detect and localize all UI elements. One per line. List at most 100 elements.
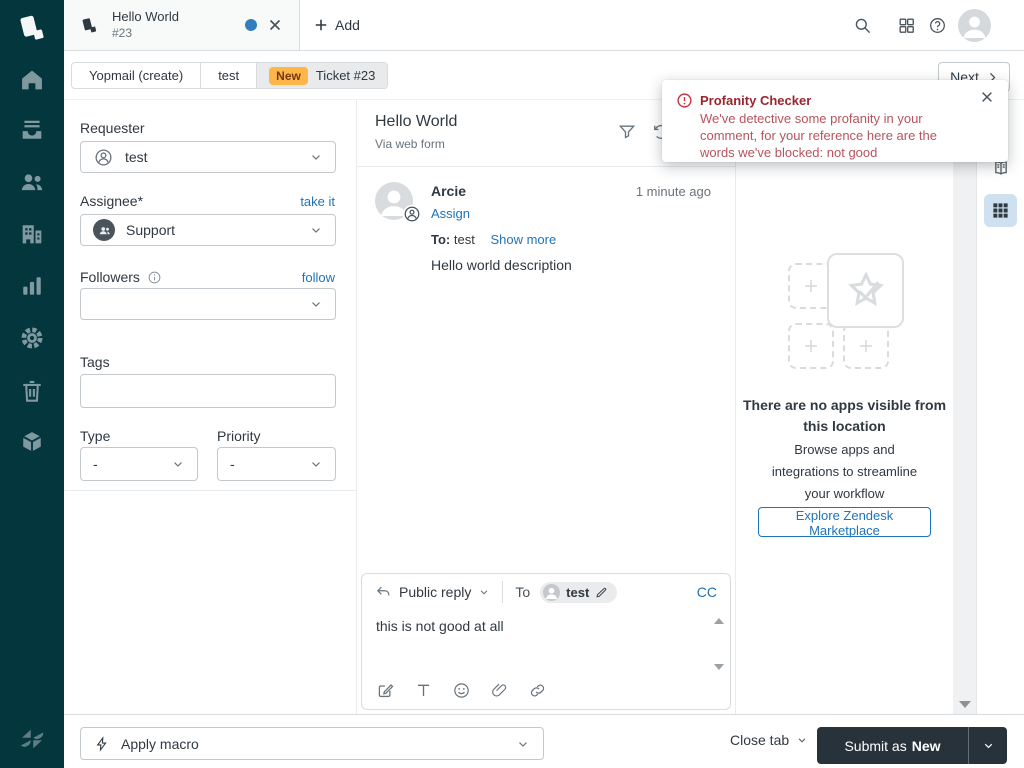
user-avatar[interactable] (958, 9, 991, 42)
add-tab-button[interactable]: Add (314, 13, 360, 37)
requester-value: test (125, 149, 148, 165)
followers-select[interactable] (80, 288, 336, 320)
right-icon-rail (978, 100, 1024, 714)
take-it-link[interactable]: take it (300, 194, 335, 209)
attachment-paperclip-icon[interactable] (490, 681, 509, 700)
message-timestamp: 1 minute ago (635, 184, 711, 199)
reply-textarea[interactable]: this is not good at all (376, 618, 701, 670)
scroll-up-arrow-icon[interactable] (714, 618, 724, 624)
close-tab-label: Close tab (730, 732, 790, 748)
ticket-channel: Via web form (375, 137, 445, 151)
zendesk-agent-workspace: Hello World #23 Add Yopmail (create) tes… (0, 0, 1024, 768)
search-icon[interactable] (853, 16, 872, 35)
apps-grid-icon-active[interactable] (984, 194, 1017, 227)
chevron-down-icon (481, 590, 488, 595)
apply-macro-select[interactable]: Apply macro (80, 727, 544, 760)
recipient-pill[interactable]: test (540, 581, 618, 603)
to-value: test (453, 232, 475, 247)
notification-close-icon[interactable] (980, 90, 994, 104)
type-value: - (93, 456, 98, 472)
star-check-icon (847, 270, 884, 306)
submit-button-group: Submit as New (817, 727, 1007, 764)
no-apps-illustration (788, 253, 910, 371)
compose-note-icon[interactable] (376, 681, 395, 700)
message-author: Arcie (431, 183, 467, 199)
reply-composer: Public reply To test CC this is not good… (361, 573, 731, 710)
person-circle-icon (95, 148, 112, 166)
organizations-icon[interactable] (18, 220, 46, 248)
info-icon[interactable] (147, 270, 162, 285)
close-tab-icon[interactable] (267, 17, 283, 33)
link-icon[interactable] (528, 681, 547, 700)
composer-divider (502, 581, 504, 603)
ticket-tab[interactable]: Hello World #23 (64, 0, 300, 50)
close-tab-dropdown[interactable]: Close tab (730, 732, 808, 748)
error-alert-icon (676, 92, 693, 109)
followers-label: Followers (80, 269, 162, 285)
priority-select[interactable]: - (217, 447, 336, 481)
chevron-down-icon (312, 228, 320, 233)
chevron-down-icon (984, 743, 992, 749)
reply-mode-select[interactable]: Public reply (375, 584, 490, 601)
home-icon[interactable] (18, 66, 46, 94)
chevron-down-icon (519, 741, 527, 747)
main-vertical-scrollbar[interactable] (953, 100, 977, 714)
macro-lightning-icon (96, 735, 107, 752)
assign-link[interactable]: Assign (431, 206, 470, 221)
assignee-select[interactable]: Support (80, 214, 336, 246)
no-apps-heading: There are no apps visible from this loca… (742, 397, 947, 434)
text-format-icon[interactable] (414, 681, 433, 700)
breadcrumb-brand[interactable]: Yopmail (create) (72, 63, 202, 88)
ticket-icon (80, 16, 99, 35)
follow-link[interactable]: follow (302, 270, 335, 285)
priority-label: Priority (217, 428, 261, 444)
breadcrumb-requester[interactable]: test (201, 63, 258, 88)
requester-label: Requester (80, 120, 145, 136)
tags-input[interactable] (80, 374, 336, 408)
scroll-down-arrow-icon[interactable] (714, 664, 724, 670)
filter-conversation-icon[interactable] (617, 122, 637, 142)
apps-panel: There are no apps visible from this loca… (736, 100, 953, 714)
admin-gear-icon[interactable] (18, 324, 46, 352)
deleted-tickets-trash-icon[interactable] (18, 377, 46, 405)
plus-icon (860, 340, 872, 352)
chevron-down-icon (312, 155, 320, 160)
type-select[interactable]: - (80, 447, 198, 481)
chevron-down-icon (174, 462, 182, 467)
marketplace-star-tile (827, 253, 904, 328)
plus-icon (315, 19, 327, 31)
breadcrumb: Yopmail (create) test New Ticket #23 (71, 62, 389, 89)
reporting-icon[interactable] (18, 272, 46, 300)
scroll-down-arrow-icon[interactable] (959, 701, 971, 708)
plus-icon (805, 340, 817, 352)
breadcrumb-ticket[interactable]: New Ticket #23 (257, 63, 388, 88)
cc-link[interactable]: CC (697, 584, 717, 600)
chevron-down-icon (312, 302, 320, 307)
help-icon[interactable] (928, 16, 947, 35)
explore-marketplace-button[interactable]: Explore Zendesk Marketplace (758, 507, 931, 538)
app-placeholder-tile (843, 323, 889, 369)
priority-value: - (230, 456, 235, 472)
ticket-subject: Hello World (375, 113, 458, 130)
message-recipients: To: test Show more (431, 232, 556, 247)
left-nav-rail (0, 0, 64, 768)
customers-icon[interactable] (18, 168, 46, 196)
no-apps-description: Browse apps and integrations to streamli… (771, 442, 918, 501)
explore-cube-icon[interactable] (18, 428, 46, 456)
tab-title: Hello World (112, 9, 179, 24)
plus-icon (805, 280, 817, 292)
emoji-icon[interactable] (452, 681, 471, 700)
reply-arrow-icon (376, 586, 390, 595)
views-icon[interactable] (18, 116, 46, 144)
message-body: Hello world description (431, 257, 572, 273)
zendesk-product-logo-icon[interactable] (15, 11, 49, 45)
add-label: Add (335, 17, 360, 33)
zendesk-z-logo-icon (17, 724, 47, 754)
submit-as-new-button[interactable]: Submit as New (817, 727, 968, 764)
show-more-link[interactable]: Show more (490, 232, 556, 247)
composer-scrollbar[interactable] (712, 616, 726, 672)
app-switcher-grid-icon[interactable] (897, 16, 916, 35)
ticket-number-label: Ticket #23 (315, 68, 376, 83)
submit-options-caret[interactable] (968, 727, 1007, 764)
requester-select[interactable]: test (80, 141, 336, 173)
